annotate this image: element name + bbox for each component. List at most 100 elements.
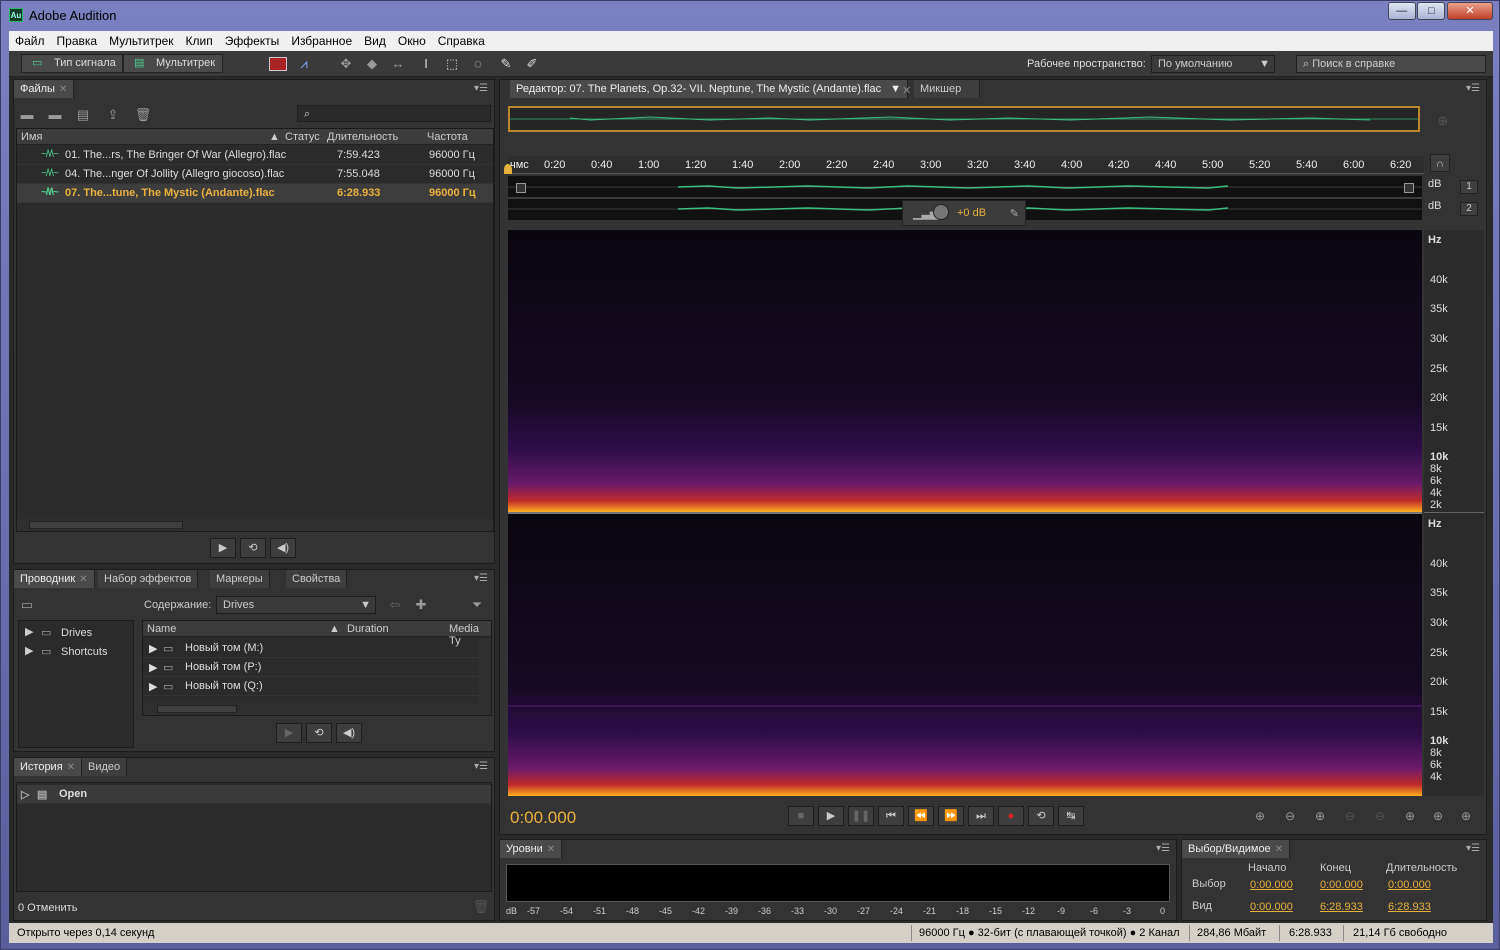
- headphones-icon[interactable]: ∩: [1430, 154, 1450, 172]
- files-search-input[interactable]: ⌕: [297, 105, 491, 122]
- zoom-out-point-icon[interactable]: ⊕: [1454, 806, 1478, 826]
- tab-effects-rack[interactable]: Набор эффектов: [98, 570, 199, 588]
- horizontal-scrollbar[interactable]: [143, 703, 491, 715]
- file-row-selected[interactable]: ~/\/\~ 07. The...tune, The Mystic (Andan…: [17, 184, 493, 203]
- stop-button[interactable]: ■: [788, 806, 814, 826]
- menu-effects[interactable]: Эффекты: [219, 31, 286, 48]
- close-button[interactable]: ✕: [1447, 2, 1493, 20]
- menu-help[interactable]: Справка: [432, 31, 491, 48]
- hud-gain-control[interactable]: ▁▃▅ +0 dB ✎: [902, 200, 1026, 226]
- fade-in-handle[interactable]: [516, 183, 526, 193]
- zoom-selection-icon[interactable]: ⊕: [1426, 806, 1450, 826]
- panel-menu-icon[interactable]: ▾☰: [1156, 843, 1170, 854]
- col-rate[interactable]: Частота: [427, 131, 468, 143]
- zoom-out-time-icon[interactable]: ⊖: [1338, 806, 1362, 826]
- play-preview-button[interactable]: ▶: [276, 723, 302, 743]
- view-start[interactable]: 0:00.000: [1250, 901, 1293, 913]
- selection-duration[interactable]: 0:00.000: [1388, 879, 1431, 891]
- autoplay-button[interactable]: ◀): [336, 723, 362, 743]
- zoom-in-time-icon[interactable]: ⊕: [1308, 806, 1332, 826]
- view-end[interactable]: 6:28.933: [1320, 901, 1363, 913]
- tab-levels[interactable]: Уровни ✕: [500, 840, 563, 858]
- gain-knob[interactable]: [933, 204, 949, 220]
- selection-start[interactable]: 0:00.000: [1250, 879, 1293, 891]
- zoom-reset-icon[interactable]: ⊕: [1434, 112, 1452, 130]
- file-row[interactable]: ~/\/\~ 04. The...nger Of Jollity (Allegr…: [17, 165, 493, 184]
- lasso-tool-icon[interactable]: ◌: [469, 55, 487, 73]
- vertical-scrollbar[interactable]: [479, 639, 491, 703]
- col-duration[interactable]: Длительность: [327, 131, 398, 143]
- slip-tool-icon[interactable]: ↔: [389, 55, 407, 73]
- pause-button[interactable]: ❚❚: [848, 806, 874, 826]
- overview-navigator[interactable]: [508, 106, 1420, 132]
- col-name[interactable]: Name: [147, 623, 176, 635]
- channel-1-toggle[interactable]: 1: [1460, 180, 1478, 194]
- razor-tool-icon[interactable]: ◆: [363, 55, 381, 73]
- tree-item-shortcuts[interactable]: Shortcuts: [61, 646, 107, 658]
- spot-healing-tool-icon[interactable]: ✐: [523, 55, 541, 73]
- maximize-button[interactable]: □: [1417, 2, 1446, 20]
- tab-media-browser[interactable]: Проводник ✕: [14, 570, 95, 588]
- record-button[interactable]: ●: [998, 806, 1024, 826]
- col-duration[interactable]: Duration: [347, 623, 389, 635]
- time-selection-tool-icon[interactable]: I: [417, 55, 435, 73]
- chevron-down-icon[interactable]: ▼: [890, 83, 901, 95]
- brush-tool-icon[interactable]: ✎: [497, 55, 515, 73]
- view-duration[interactable]: 6:28.933: [1388, 901, 1431, 913]
- help-search-input[interactable]: ⌕ Поиск в справке: [1296, 55, 1486, 73]
- rewind-button[interactable]: ⏪: [908, 806, 934, 826]
- open-file-icon[interactable]: ▬: [18, 106, 36, 124]
- minimize-button[interactable]: —: [1387, 2, 1416, 20]
- new-file-icon[interactable]: ▤: [74, 106, 92, 124]
- zoom-in-point-icon[interactable]: ⊕: [1398, 806, 1422, 826]
- tab-markers[interactable]: Маркеры: [210, 570, 270, 588]
- menu-clip[interactable]: Клип: [180, 31, 219, 48]
- autoplay-button[interactable]: ◀): [270, 538, 296, 558]
- panel-menu-icon[interactable]: ▾☰: [1466, 83, 1480, 94]
- tree-expand-arrow-icon[interactable]: ▶: [25, 644, 33, 657]
- fade-out-handle[interactable]: [1404, 183, 1414, 193]
- menu-window[interactable]: Окно: [392, 31, 432, 48]
- trash-icon[interactable]: 🗑: [472, 898, 490, 916]
- tree-expand-arrow-icon[interactable]: ▶: [25, 625, 33, 638]
- list-item[interactable]: ▶ ▭ Новый том (Q:): [143, 677, 479, 696]
- menu-view[interactable]: Вид: [358, 31, 392, 48]
- tab-selection-view[interactable]: Выбор/Видимое ✕: [1182, 840, 1291, 858]
- drive-view-icon[interactable]: ▭: [18, 596, 36, 614]
- close-icon[interactable]: ✕: [67, 762, 75, 773]
- fast-forward-button[interactable]: ⏩: [938, 806, 964, 826]
- zoom-in-amplitude-icon[interactable]: ⊕: [1248, 806, 1272, 826]
- back-arrow-icon[interactable]: ⇦: [386, 596, 404, 614]
- col-status[interactable]: Статус: [285, 131, 320, 143]
- tree-item-drives[interactable]: Drives: [61, 627, 92, 639]
- workspace-select[interactable]: По умолчанию ▼: [1151, 55, 1275, 73]
- insert-into-multitrack-icon[interactable]: ⇪: [104, 106, 122, 124]
- loop-preview-button[interactable]: ⟲: [240, 538, 266, 558]
- tab-mixer[interactable]: Микшер: [914, 80, 980, 98]
- time-ruler[interactable]: чмс 0:20 0:40 1:00 1:20 1:40 2:00 2:20 2…: [508, 156, 1424, 174]
- close-icon[interactable]: ✕: [79, 574, 87, 585]
- selection-end[interactable]: 0:00.000: [1320, 879, 1363, 891]
- panel-menu-icon[interactable]: ▾☰: [474, 573, 488, 584]
- loop-playback-button[interactable]: ⟲: [1028, 806, 1054, 826]
- zoom-out-amplitude-icon[interactable]: ⊖: [1278, 806, 1302, 826]
- panel-menu-icon[interactable]: ▾☰: [474, 83, 488, 94]
- play-preview-button[interactable]: ▶: [210, 538, 236, 558]
- tab-history[interactable]: История ✕: [14, 758, 83, 776]
- menu-multitrack[interactable]: Мультитрек: [103, 31, 179, 48]
- tab-files[interactable]: Файлы ✕: [14, 80, 75, 98]
- panel-menu-icon[interactable]: ▾☰: [474, 761, 488, 772]
- close-icon[interactable]: ✕: [547, 844, 555, 855]
- tab-video[interactable]: Видео: [82, 758, 128, 776]
- spectral-display[interactable]: [508, 230, 1422, 796]
- marquee-tool-icon[interactable]: ⬚: [443, 55, 461, 73]
- go-to-end-button[interactable]: ⏭: [968, 806, 994, 826]
- move-tool-icon[interactable]: ✥: [337, 55, 355, 73]
- history-entry[interactable]: ▷ ▤ Open: [17, 785, 491, 804]
- zoom-out-full-icon[interactable]: ⊖: [1368, 806, 1392, 826]
- play-button[interactable]: ▶: [818, 806, 844, 826]
- scrollbar-thumb[interactable]: [157, 705, 237, 713]
- close-icon[interactable]: ✕: [1275, 844, 1283, 855]
- horizontal-scrollbar[interactable]: [17, 519, 493, 531]
- loop-preview-button[interactable]: ⟲: [306, 723, 332, 743]
